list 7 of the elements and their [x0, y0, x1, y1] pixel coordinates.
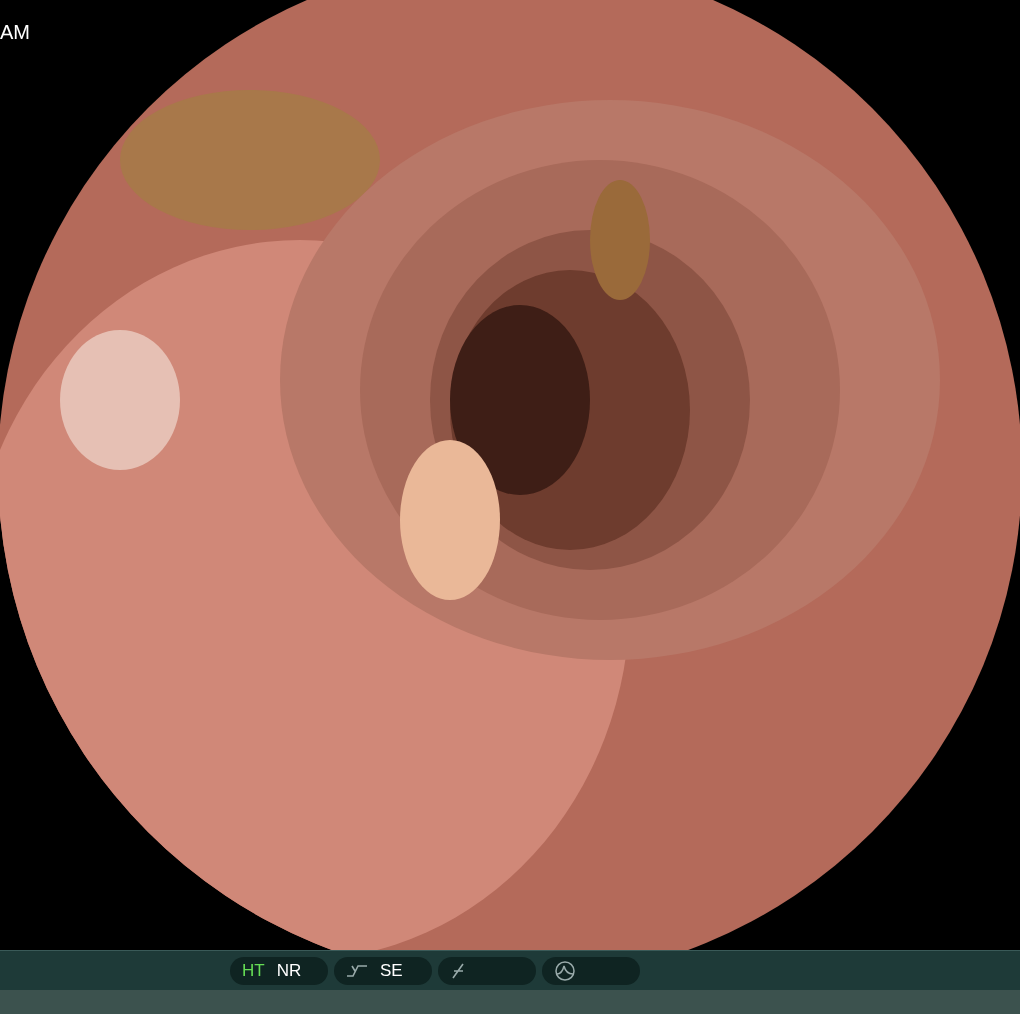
indicator-label: NR [276, 959, 302, 982]
indicator-label: SE [380, 959, 403, 982]
slash-icon [450, 961, 466, 980]
curve-icon [346, 962, 368, 979]
indicator-label: HT [242, 959, 265, 982]
peak-icon [554, 959, 576, 982]
corner-text: AM [0, 22, 30, 42]
